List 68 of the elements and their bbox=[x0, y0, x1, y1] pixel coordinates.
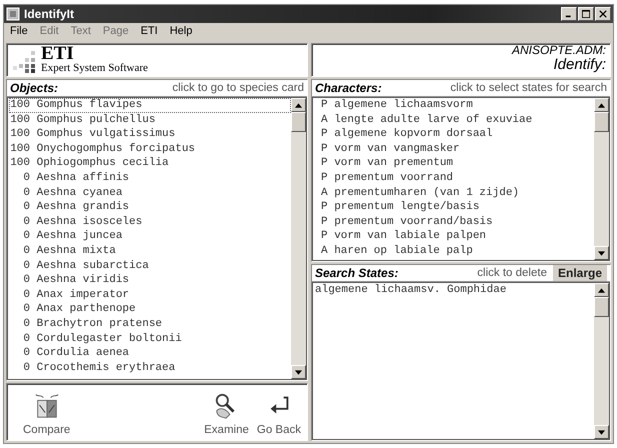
scrollbar[interactable] bbox=[594, 283, 609, 439]
file-name: ANISOPTE.ADM: bbox=[512, 44, 606, 58]
character-item[interactable]: P vorm van vangmasker bbox=[314, 142, 594, 156]
tool-button[interactable]: Compare bbox=[19, 392, 74, 436]
window-title: IdentifyIt bbox=[24, 7, 75, 21]
object-item[interactable]: 0 Cordulia aenea bbox=[9, 346, 291, 361]
character-item[interactable]: P algemene kopvorm dorsaal bbox=[314, 127, 594, 142]
character-item[interactable]: P prementum voorrand bbox=[314, 170, 594, 186]
logo-name: ETI bbox=[41, 44, 74, 63]
compare-drawing-icon bbox=[32, 392, 61, 420]
mode-label: Identify: bbox=[553, 57, 606, 74]
scroll-up-icon[interactable] bbox=[598, 102, 605, 108]
tool-button[interactable]: Go Back bbox=[252, 392, 305, 436]
object-item[interactable]: 0 Aeshna affinis bbox=[9, 170, 291, 186]
close-icon bbox=[599, 10, 607, 18]
search-states-title: Search States: bbox=[315, 266, 400, 280]
menu-item[interactable]: ETI bbox=[140, 25, 158, 41]
character-item[interactable]: A haren op labiale palp bbox=[314, 244, 594, 259]
menu-item[interactable]: File bbox=[10, 25, 28, 41]
object-item[interactable]: 0 Anax imperator bbox=[9, 288, 291, 302]
character-item[interactable]: A prementumharen (van 1 zijde) bbox=[314, 186, 594, 200]
scroll-thumb[interactable] bbox=[594, 297, 609, 317]
object-item[interactable]: 100 Gomphus pulchellus bbox=[9, 112, 291, 128]
object-item[interactable]: 0 Aeshna juncea bbox=[9, 229, 291, 244]
scroll-down-icon[interactable] bbox=[598, 430, 605, 434]
objects-hint: click to go to species card bbox=[172, 82, 304, 94]
close-button[interactable] bbox=[595, 7, 611, 21]
character-item[interactable]: P prementum voorrand/basis bbox=[314, 214, 594, 230]
maximize-icon bbox=[582, 10, 590, 18]
scroll-down-icon[interactable] bbox=[598, 250, 605, 256]
scroll-thumb[interactable] bbox=[291, 112, 306, 132]
search-states-hint: click to delete bbox=[477, 267, 547, 279]
object-item[interactable]: 100 Gomphus flavipes bbox=[9, 98, 291, 113]
character-item[interactable]: P vorm van prementum bbox=[314, 156, 594, 171]
object-item[interactable]: 0 Aeshna mixta bbox=[9, 244, 291, 259]
object-item[interactable]: 100 Gomphus vulgatissimus bbox=[9, 127, 291, 142]
maximize-button[interactable] bbox=[578, 7, 594, 21]
characters-hint: click to select states for search bbox=[450, 82, 607, 94]
object-item[interactable]: 0 Aeshna viridis bbox=[9, 273, 291, 288]
character-item[interactable]: P algemene lichaamsvorm bbox=[314, 98, 594, 113]
scroll-thumb[interactable] bbox=[594, 112, 609, 132]
object-item[interactable]: 0 Crocothemis erythraea bbox=[9, 360, 291, 376]
object-item[interactable]: 0 Aeshna isosceles bbox=[9, 214, 291, 230]
object-item[interactable]: 100 Onychogomphus forcipatus bbox=[9, 142, 291, 156]
app-icon bbox=[6, 7, 20, 21]
character-item[interactable]: P vorm van labiale palpen bbox=[314, 229, 594, 244]
minimize-button[interactable] bbox=[561, 7, 577, 21]
scrollbar[interactable] bbox=[291, 98, 306, 379]
object-item[interactable]: 0 Anax parthenope bbox=[9, 302, 291, 317]
scrollbar[interactable] bbox=[594, 98, 609, 260]
object-item[interactable]: 0 Aeshna subarctica bbox=[9, 258, 291, 274]
object-item[interactable]: 0 Cordulegaster boltonii bbox=[9, 332, 291, 346]
character-item[interactable]: P prementum lengte/basis bbox=[314, 200, 594, 215]
object-item[interactable]: 0 Aeshna cyanea bbox=[9, 186, 291, 200]
search-state-item[interactable]: algemene lichaamsv. Gomphidae bbox=[314, 283, 594, 298]
object-item[interactable]: 0 Aeshna grandis bbox=[9, 200, 291, 215]
objects-title: Objects: bbox=[10, 81, 60, 95]
logo-tagline: Expert System Software bbox=[41, 63, 148, 74]
object-item[interactable]: 100 Ophiogomphus cecilia bbox=[9, 156, 291, 171]
object-item[interactable]: 0 Brachytron pratense bbox=[9, 316, 291, 332]
scroll-up-icon[interactable] bbox=[598, 288, 605, 292]
tool-button[interactable]: Examine bbox=[200, 392, 253, 436]
enlarge-button[interactable]: Enlarge bbox=[552, 265, 607, 281]
character-item[interactable]: A lengte adulte larve of exuviae bbox=[314, 112, 594, 128]
menu-item[interactable]: Help bbox=[170, 25, 192, 41]
scroll-up-icon[interactable] bbox=[295, 102, 302, 108]
characters-title: Characters: bbox=[315, 81, 383, 95]
scroll-down-icon[interactable] bbox=[295, 370, 302, 374]
